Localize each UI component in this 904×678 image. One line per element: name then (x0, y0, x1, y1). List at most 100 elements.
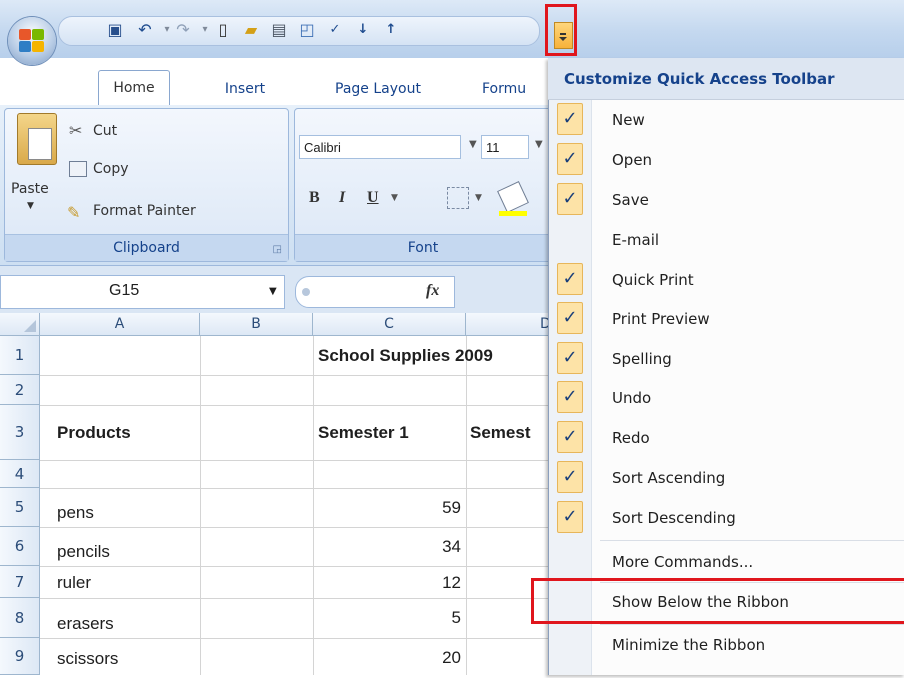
check-icon: ✓ (557, 381, 583, 413)
menu-item-label: Quick Print (612, 271, 694, 289)
cell-product[interactable]: pens (57, 493, 197, 532)
row-header[interactable]: 9 (0, 638, 40, 675)
row-header[interactable]: 6 (0, 527, 40, 566)
row-header[interactable]: 8 (0, 598, 40, 638)
cell-value[interactable]: 59 (313, 488, 461, 527)
column-header-a[interactable]: A (40, 313, 200, 336)
cell-products-header[interactable]: Products (57, 413, 197, 452)
cell-semester1-header[interactable]: Semester 1 (318, 413, 466, 452)
row-header[interactable]: 7 (0, 566, 40, 598)
font-name-dropdown-icon[interactable]: ▼ (469, 139, 477, 150)
font-size-combo[interactable]: 11 (481, 135, 529, 159)
bold-button[interactable]: B (309, 189, 320, 207)
office-button[interactable] (8, 17, 56, 65)
menu-item-label: New (612, 111, 645, 129)
copy-button[interactable]: Copy (93, 161, 129, 177)
cell-semester2-header[interactable]: Semest (470, 413, 548, 452)
underline-button[interactable]: U (367, 189, 379, 207)
menu-item-sort-descending[interactable]: ✓ Sort Descending (549, 498, 904, 538)
menu-item-redo[interactable]: ✓ Redo (549, 418, 904, 458)
row-header[interactable]: 2 (0, 375, 40, 405)
check-icon: ✓ (557, 263, 583, 295)
font-name-combo[interactable]: Calibri (299, 135, 461, 159)
cell-product[interactable]: scissors (57, 639, 197, 678)
new-document-icon[interactable]: ▯ (212, 20, 234, 40)
font-group-label: Font (295, 234, 551, 261)
menu-item-more-commands[interactable]: More Commands... (549, 542, 904, 582)
borders-dropdown-icon[interactable]: ▼ (475, 193, 482, 203)
menu-item-label: Redo (612, 429, 650, 447)
tab-page-layout[interactable]: Page Layout (318, 72, 438, 106)
cut-button[interactable]: Cut (93, 123, 117, 139)
menu-title: Customize Quick Access Toolbar (548, 58, 904, 100)
check-icon: ✓ (557, 342, 583, 374)
cell-value[interactable]: 5 (313, 598, 461, 637)
format-painter-icon: ✎ (67, 203, 81, 222)
undo-icon[interactable]: ↶ (134, 20, 156, 40)
row-header[interactable]: 5 (0, 488, 40, 527)
quick-print-icon[interactable]: ▤ (268, 20, 290, 40)
menu-item-email[interactable]: E-mail (549, 220, 904, 260)
menu-item-undo[interactable]: ✓ Undo (549, 378, 904, 418)
row-header[interactable]: 1 (0, 336, 40, 375)
clipboard-group: Paste ▼ ✂ Cut Copy ✎ Format Painter Clip… (4, 108, 289, 262)
font-size-dropdown-icon[interactable]: ▼ (535, 139, 543, 150)
gridline (200, 336, 201, 675)
menu-item-label: Sort Descending (612, 509, 736, 527)
save-icon[interactable]: ▣ (104, 20, 126, 40)
menu-item-quick-print[interactable]: ✓ Quick Print (549, 260, 904, 300)
underline-dropdown-icon[interactable]: ▼ (391, 193, 398, 203)
cell-product[interactable]: erasers (57, 604, 197, 643)
menu-item-save[interactable]: ✓ Save (549, 180, 904, 220)
row-header[interactable]: 4 (0, 460, 40, 488)
paste-icon[interactable] (17, 113, 57, 165)
insert-function-area: fx (295, 276, 455, 308)
menu-item-minimize-ribbon[interactable]: Minimize the Ribbon (549, 625, 904, 665)
clipboard-launcher-icon[interactable]: ◲ (273, 244, 282, 255)
name-box-value: G15 (109, 282, 140, 299)
menu-item-label: Undo (612, 389, 652, 407)
print-preview-icon[interactable]: ◰ (296, 20, 318, 40)
menu-item-sort-ascending[interactable]: ✓ Sort Ascending (549, 458, 904, 498)
insert-function-button[interactable]: fx (426, 282, 439, 300)
name-box-dropdown-icon[interactable]: ▼ (269, 286, 277, 297)
highlight-box-show-below (531, 578, 904, 624)
paste-dropdown-icon[interactable]: ▼ (27, 201, 34, 211)
tab-formulas[interactable]: Formu (482, 72, 552, 106)
formula-bar-handle-icon[interactable] (302, 288, 310, 296)
menu-item-label: Open (612, 151, 653, 169)
cell-value[interactable]: 34 (313, 527, 461, 566)
column-header-c[interactable]: C (313, 313, 466, 336)
borders-icon[interactable] (447, 187, 469, 209)
menu-item-label: Sort Ascending (612, 469, 726, 487)
menu-item-new[interactable]: ✓ New (549, 100, 904, 140)
menu-item-print-preview[interactable]: ✓ Print Preview (549, 299, 904, 339)
check-icon: ✓ (557, 143, 583, 175)
format-painter-button[interactable]: Format Painter (93, 203, 196, 219)
open-folder-icon[interactable]: ▰ (240, 20, 262, 40)
cell-title[interactable]: School Supplies 2009 (318, 336, 548, 375)
fill-color-swatch (499, 211, 527, 216)
highlight-box-qat-button (545, 4, 577, 56)
menu-item-label: More Commands... (612, 553, 754, 571)
redo-icon[interactable]: ↷ (172, 20, 194, 40)
cell-value[interactable]: 20 (313, 638, 461, 677)
menu-item-spelling[interactable]: ✓ Spelling (549, 339, 904, 379)
paste-button[interactable]: Paste (11, 181, 49, 197)
check-icon: ✓ (557, 501, 583, 533)
select-all-corner[interactable] (0, 313, 40, 336)
fill-color-icon[interactable] (497, 181, 529, 213)
name-box[interactable]: G15 ▼ (0, 275, 285, 309)
italic-button[interactable]: I (339, 189, 345, 207)
spelling-icon[interactable]: ✓ (324, 20, 346, 40)
cell-value[interactable]: 12 (313, 563, 461, 602)
sort-descending-icon[interactable]: ↑ (380, 20, 402, 40)
row-header[interactable]: 3 (0, 405, 40, 460)
column-header-b[interactable]: B (200, 313, 313, 336)
tab-home[interactable]: Home (98, 70, 170, 105)
menu-item-open[interactable]: ✓ Open (549, 140, 904, 180)
cell-product[interactable]: ruler (57, 563, 197, 602)
check-icon: ✓ (557, 103, 583, 135)
sort-ascending-icon[interactable]: ↓ (352, 20, 374, 40)
tab-insert[interactable]: Insert (210, 72, 280, 106)
